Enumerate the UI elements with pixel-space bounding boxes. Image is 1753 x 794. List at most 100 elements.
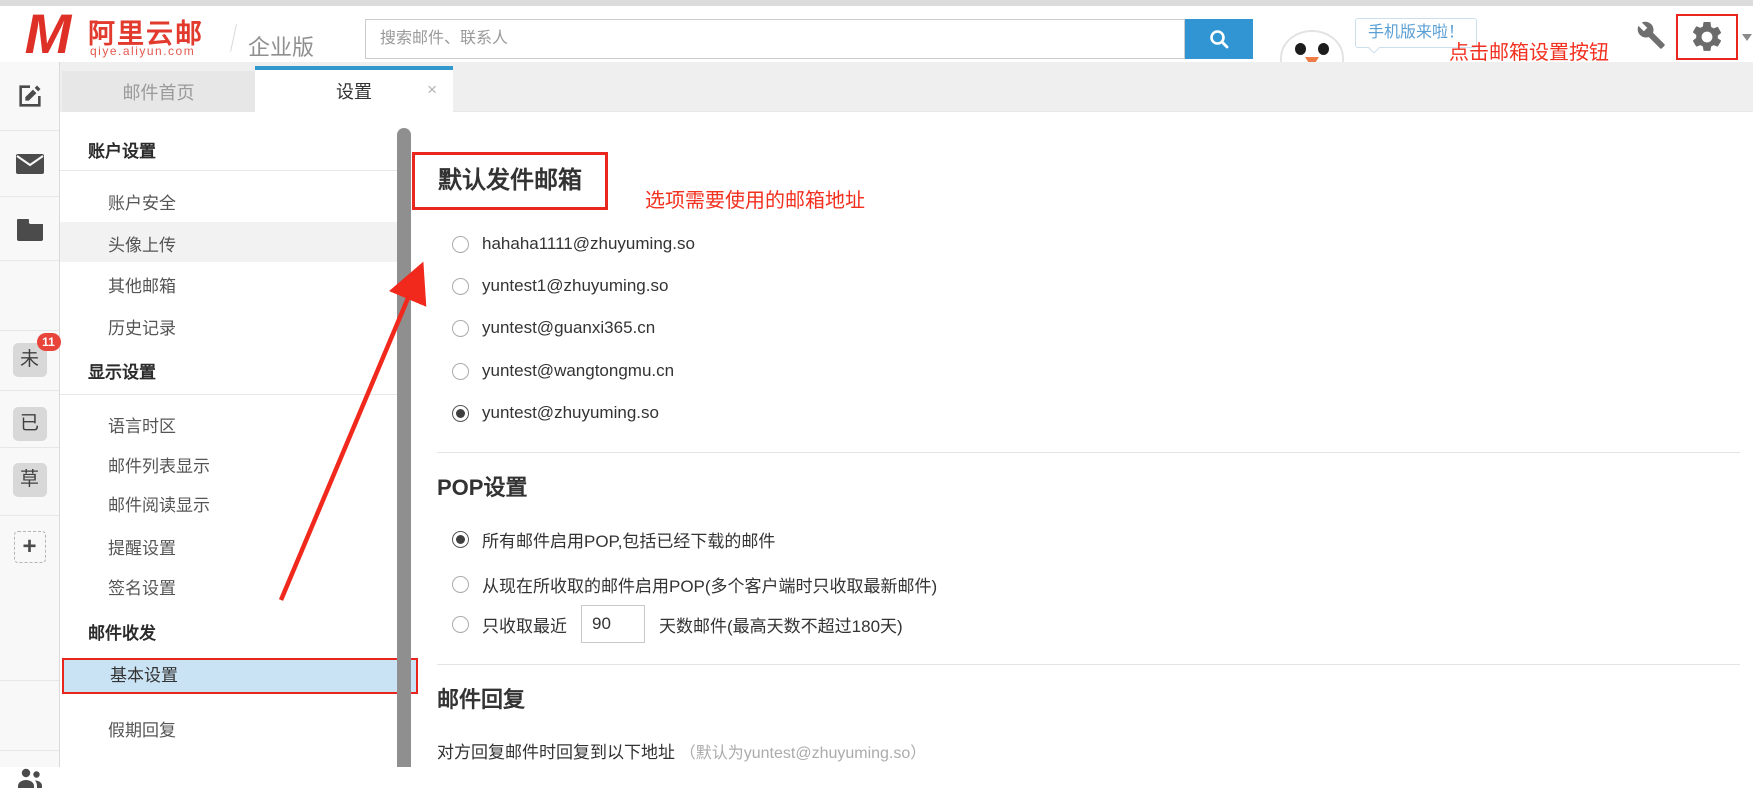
brand-domain: qiye.aliyun.com bbox=[90, 44, 195, 58]
chevron-down-icon[interactable] bbox=[1742, 34, 1752, 41]
tab-mail-home-label: 邮件首页 bbox=[123, 79, 195, 105]
brand-edition-label: 企业版 bbox=[248, 30, 314, 62]
sidebar-divider bbox=[60, 394, 397, 395]
pop-option-all-label: 所有邮件启用POP,包括已经下载的邮件 bbox=[482, 527, 775, 552]
avatar-eye-icon bbox=[1318, 43, 1329, 55]
brand-divider bbox=[230, 24, 237, 52]
sidebar-item-basic-settings[interactable]: 基本设置 bbox=[62, 658, 418, 694]
pop-option-days-row[interactable]: 只收取最近 天数邮件(最高天数不超过180天) bbox=[452, 605, 903, 643]
sidebar-item-language-timezone[interactable]: 语言时区 bbox=[108, 412, 176, 437]
sender-option-row-selected[interactable]: yuntest@zhuyuming.so bbox=[452, 403, 659, 423]
sidebar-item-mail-read-display[interactable]: 邮件阅读显示 bbox=[108, 491, 210, 516]
rail-divider bbox=[0, 260, 59, 261]
plus-icon: + bbox=[14, 531, 46, 563]
sender-option-row[interactable]: yuntest@wangtongmu.cn bbox=[452, 361, 674, 381]
unread-count-badge: 11 bbox=[37, 333, 61, 351]
annotation-text-default-sender: 选项需要使用的邮箱地址 bbox=[645, 184, 865, 213]
bubble-tail bbox=[1368, 42, 1379, 53]
sidebar-item-avatar-upload[interactable]: 头像上传 bbox=[108, 231, 176, 256]
mail-icon bbox=[15, 153, 45, 175]
unread-chip: 未 11 bbox=[13, 343, 47, 377]
sidebar-item-other-mailbox[interactable]: 其他邮箱 bbox=[108, 272, 176, 297]
draft-mail-button[interactable]: 草 bbox=[0, 460, 59, 500]
pop-option-recent-label: 从现在所收取的邮件启用POP(多个客户端时只收取最新邮件) bbox=[482, 572, 937, 597]
search-button[interactable] bbox=[1185, 19, 1253, 59]
tab-mail-home[interactable]: 邮件首页 bbox=[62, 71, 255, 112]
sender-option-label: yuntest@zhuyuming.so bbox=[482, 403, 659, 423]
unread-chip-label: 未 bbox=[20, 349, 39, 370]
sidebar-item-history[interactable]: 历史记录 bbox=[108, 314, 176, 339]
folders-button[interactable] bbox=[0, 214, 59, 246]
radio-unchecked-icon[interactable] bbox=[452, 236, 469, 253]
sidebar-header-display: 显示设置 bbox=[88, 358, 156, 383]
sidebar-header-send-receive: 邮件收发 bbox=[88, 619, 156, 644]
radio-unchecked-icon[interactable] bbox=[452, 278, 469, 295]
left-icon-rail: 未 11 已 草 + bbox=[0, 62, 60, 767]
draft-chip-label: 草 bbox=[20, 469, 39, 490]
sender-option-label: yuntest1@zhuyuming.so bbox=[482, 276, 668, 296]
rail-divider bbox=[0, 680, 59, 681]
sender-option-row[interactable]: yuntest1@zhuyuming.so bbox=[452, 276, 668, 296]
rail-divider bbox=[0, 390, 59, 391]
sidebar-item-basic-settings-label: 基本设置 bbox=[110, 666, 178, 685]
section-divider bbox=[437, 664, 1740, 665]
reply-address-text: 对方回复邮件时回复到以下地址 bbox=[437, 743, 675, 762]
section-title-default-sender: 默认发件邮箱 bbox=[412, 152, 608, 210]
sent-chip: 已 bbox=[13, 407, 47, 441]
radio-unchecked-icon[interactable] bbox=[452, 576, 469, 593]
avatar-eye-icon bbox=[1295, 43, 1306, 55]
radio-checked-icon[interactable] bbox=[452, 531, 469, 548]
tab-settings-label: 设置 bbox=[336, 78, 372, 104]
tab-close-icon[interactable]: × bbox=[427, 80, 437, 100]
radio-unchecked-icon[interactable] bbox=[452, 616, 469, 633]
pop-option-all-row[interactable]: 所有邮件启用POP,包括已经下载的邮件 bbox=[452, 527, 775, 552]
wrench-icon[interactable] bbox=[1636, 20, 1666, 50]
draft-chip: 草 bbox=[13, 463, 47, 497]
unread-mail-button[interactable]: 未 11 bbox=[0, 340, 59, 380]
gear-icon[interactable] bbox=[1689, 19, 1725, 55]
compose-icon bbox=[16, 82, 44, 110]
sent-mail-button[interactable]: 已 bbox=[0, 404, 59, 444]
sender-option-row[interactable]: hahaha1111@zhuyuming.so bbox=[452, 234, 695, 254]
add-shortcut-button[interactable]: + bbox=[0, 528, 59, 566]
compose-button[interactable] bbox=[0, 78, 59, 114]
sender-option-label: hahaha1111@zhuyuming.so bbox=[482, 234, 695, 254]
sender-option-label: yuntest@guanxi365.cn bbox=[482, 318, 655, 338]
sidebar-header-account: 账户设置 bbox=[88, 137, 156, 162]
folder-icon bbox=[15, 218, 45, 242]
rail-divider bbox=[0, 130, 59, 131]
section-title-pop: POP设置 bbox=[437, 470, 527, 502]
avatar[interactable] bbox=[1280, 30, 1344, 62]
rail-divider bbox=[0, 330, 59, 331]
section-divider bbox=[437, 452, 1740, 453]
annotation-text-settings: 点击邮箱设置按钮 bbox=[1449, 36, 1609, 62]
sidebar-divider bbox=[60, 170, 397, 171]
sidebar-item-account-security[interactable]: 账户安全 bbox=[108, 189, 176, 214]
brand-logo-m: M bbox=[14, 8, 78, 60]
sidebar-item-reminder-settings[interactable]: 提醒设置 bbox=[108, 534, 176, 559]
sidebar-scrollbar-thumb[interactable] bbox=[397, 128, 411, 767]
annotation-box-settings-gear bbox=[1676, 14, 1738, 60]
reply-address-hint: （默认为yuntest@zhuyuming.so） bbox=[680, 745, 927, 762]
pop-option-recent-row[interactable]: 从现在所收取的邮件启用POP(多个客户端时只收取最新邮件) bbox=[452, 572, 937, 597]
reply-address-line: 对方回复邮件时回复到以下地址 （默认为yuntest@zhuyuming.so） bbox=[437, 738, 926, 763]
section-title-reply: 邮件回复 bbox=[437, 682, 525, 714]
radio-unchecked-icon[interactable] bbox=[452, 363, 469, 380]
search-input[interactable] bbox=[365, 19, 1185, 59]
sidebar-item-vacation-reply[interactable]: 假期回复 bbox=[108, 716, 176, 741]
sidebar-item-signature-settings[interactable]: 签名设置 bbox=[108, 574, 176, 599]
search-icon bbox=[1207, 27, 1231, 51]
app-header: M 阿里云邮 qiye.aliyun.com 企业版 手机版来啦！ 点击邮箱设置… bbox=[0, 6, 1753, 62]
sender-option-row[interactable]: yuntest@guanxi365.cn bbox=[452, 318, 655, 338]
inbox-button[interactable] bbox=[0, 148, 59, 180]
radio-unchecked-icon[interactable] bbox=[452, 320, 469, 337]
contacts-icon bbox=[15, 766, 45, 790]
pop-days-input[interactable] bbox=[581, 605, 645, 643]
sidebar-item-mail-list-display[interactable]: 邮件列表显示 bbox=[108, 452, 210, 477]
default-sender-title-text: 默认发件邮箱 bbox=[438, 167, 582, 194]
tab-settings[interactable]: 设置 × bbox=[255, 66, 453, 112]
radio-checked-icon[interactable] bbox=[452, 405, 469, 422]
sender-option-label: yuntest@wangtongmu.cn bbox=[482, 361, 674, 381]
sent-chip-label: 已 bbox=[20, 413, 39, 434]
pop-days-prefix-label: 只收取最近 bbox=[482, 612, 567, 637]
